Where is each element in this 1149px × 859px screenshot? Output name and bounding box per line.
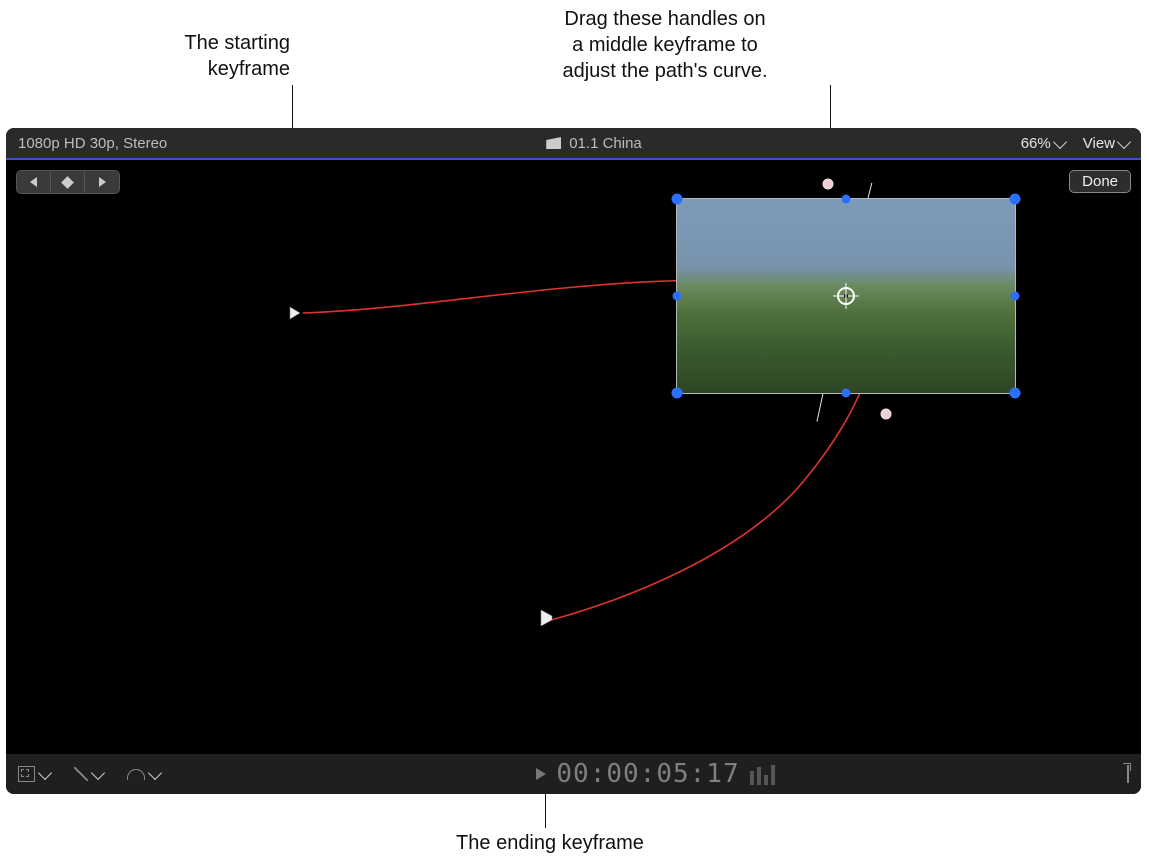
resize-handle-bl[interactable] — [672, 388, 683, 399]
audio-meter — [750, 763, 775, 785]
view-dropdown[interactable]: View — [1083, 135, 1129, 152]
anchor-crosshair[interactable] — [833, 283, 859, 309]
next-keyframe-button[interactable] — [85, 171, 119, 193]
clip-transform-box[interactable] — [676, 198, 1016, 394]
format-label: 1080p HD 30p, Stereo — [18, 135, 167, 152]
resize-handle-l[interactable] — [673, 292, 682, 301]
prev-keyframe-button[interactable] — [17, 171, 51, 193]
viewer-canvas[interactable]: Done — [6, 160, 1141, 754]
chevron-down-icon — [148, 765, 162, 779]
chevron-down-icon — [1117, 134, 1131, 148]
timecode-value: 00:00:05:17 — [556, 759, 739, 789]
timecode-display: 00:00:05:17 — [184, 759, 1127, 789]
fullscreen-icon — [1127, 765, 1129, 783]
next-keyframe-icon — [99, 177, 106, 187]
clip-name: 01.1 China — [569, 135, 642, 152]
viewer-toolbar: 00:00:05:17 — [6, 754, 1141, 794]
fullscreen-button[interactable] — [1127, 766, 1129, 782]
resize-handle-t[interactable] — [842, 195, 851, 204]
tangent-handle-endpoint[interactable] — [823, 179, 834, 190]
transform-icon — [18, 766, 35, 782]
gauge-icon — [127, 769, 145, 780]
resize-handle-tl[interactable] — [672, 194, 683, 205]
callout-handles: Drag these handles on a middle keyframe … — [495, 6, 835, 84]
resize-handle-b[interactable] — [842, 389, 851, 398]
enhance-tool-dropdown[interactable] — [74, 767, 103, 781]
tangent-handle-endpoint[interactable] — [881, 409, 892, 420]
clapperboard-icon — [546, 137, 561, 149]
resize-handle-br[interactable] — [1010, 388, 1021, 399]
keyframe-nav-group — [16, 170, 120, 194]
chevron-down-icon — [91, 765, 105, 779]
chevron-down-icon — [38, 765, 52, 779]
play-icon[interactable] — [536, 768, 546, 780]
callout-start-keyframe: The starting keyframe — [120, 30, 290, 82]
resize-handle-r[interactable] — [1011, 292, 1020, 301]
add-keyframe-button[interactable] — [51, 171, 85, 193]
view-label: View — [1083, 135, 1115, 152]
start-keyframe-marker[interactable] — [288, 305, 304, 321]
zoom-value: 66% — [1021, 135, 1051, 152]
viewer-titlebar: 1080p HD 30p, Stereo 01.1 China 66% View — [6, 128, 1141, 160]
done-button[interactable]: Done — [1069, 170, 1131, 193]
callout-end-keyframe: The ending keyframe — [430, 830, 670, 856]
chevron-down-icon — [1053, 134, 1067, 148]
wand-icon — [74, 767, 88, 781]
viewer-window: 1080p HD 30p, Stereo 01.1 China 66% View… — [6, 128, 1141, 794]
transform-tool-dropdown[interactable] — [18, 766, 50, 782]
end-keyframe-marker[interactable] — [538, 610, 554, 626]
retime-tool-dropdown[interactable] — [127, 769, 160, 780]
keyframe-diamond-icon — [61, 176, 74, 189]
zoom-dropdown[interactable]: 66% — [1021, 135, 1065, 152]
resize-handle-tr[interactable] — [1010, 194, 1021, 205]
prev-keyframe-icon — [30, 177, 37, 187]
